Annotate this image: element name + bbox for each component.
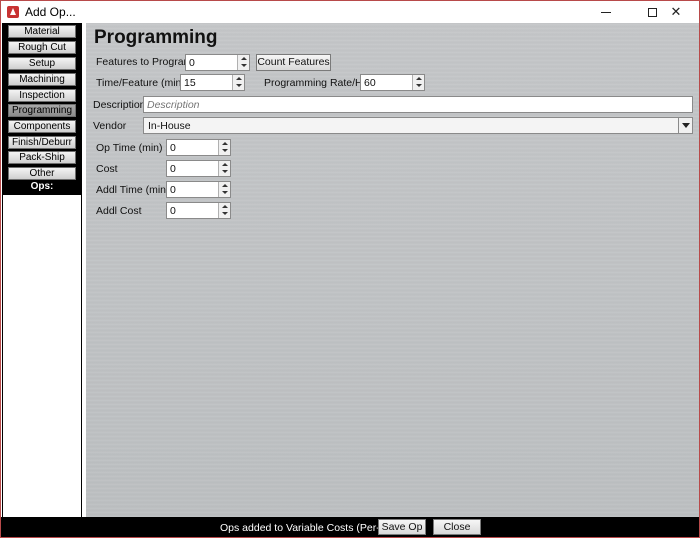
spin-up-icon[interactable] bbox=[241, 57, 247, 60]
spin-up-icon[interactable] bbox=[222, 163, 228, 166]
cost-stepper[interactable]: 0 bbox=[166, 160, 231, 177]
close-icon: ✕ bbox=[670, 4, 682, 19]
footer-bar: Ops added to Variable Costs (Per-Part) S… bbox=[1, 517, 699, 537]
time-feature-stepper[interactable]: 15 bbox=[180, 74, 245, 91]
close-button[interactable]: Close bbox=[433, 519, 481, 535]
status-text: Ops added to Variable Costs (Per-Part) bbox=[220, 522, 403, 534]
spin-down-icon[interactable] bbox=[222, 212, 228, 215]
spin-down-icon[interactable] bbox=[222, 191, 228, 194]
addl-cost-stepper[interactable]: 0 bbox=[166, 202, 231, 219]
addl-time-stepper[interactable]: 0 bbox=[166, 181, 231, 198]
save-op-button[interactable]: Save Op bbox=[378, 519, 426, 535]
op-time-value: 0 bbox=[170, 142, 176, 154]
stepper-arrows[interactable] bbox=[237, 55, 249, 70]
sidebar-item-other[interactable]: Other bbox=[8, 167, 76, 180]
vendor-dropdown-button[interactable] bbox=[678, 118, 692, 133]
spin-down-icon[interactable] bbox=[222, 170, 228, 173]
spin-up-icon[interactable] bbox=[416, 77, 422, 80]
minimize-icon bbox=[601, 11, 611, 13]
close-window-button[interactable]: ✕ bbox=[653, 1, 699, 23]
spin-down-icon[interactable] bbox=[222, 149, 228, 152]
stepper-arrows[interactable] bbox=[412, 75, 424, 90]
sidebar: Material Rough Cut Setup Machining Inspe… bbox=[2, 23, 82, 517]
addl-time-value: 0 bbox=[170, 184, 176, 196]
description-input[interactable] bbox=[144, 97, 692, 112]
spin-up-icon[interactable] bbox=[222, 205, 228, 208]
features-to-program-label: Features to Program bbox=[96, 56, 193, 68]
stepper-arrows[interactable] bbox=[218, 140, 230, 155]
time-feature-value: 15 bbox=[184, 77, 196, 89]
window-title: Add Op... bbox=[25, 5, 76, 19]
sidebar-item-programming[interactable]: Programming bbox=[8, 104, 76, 117]
vendor-label: Vendor bbox=[93, 120, 127, 132]
title-bar: Add Op... ✕ bbox=[1, 1, 699, 23]
spin-down-icon[interactable] bbox=[236, 84, 242, 87]
stepper-arrows[interactable] bbox=[218, 182, 230, 197]
sidebar-item-inspection[interactable]: Inspection bbox=[8, 89, 76, 102]
sidebar-item-pack-ship[interactable]: Pack-Ship bbox=[8, 151, 76, 164]
cost-value: 0 bbox=[170, 163, 176, 175]
spin-up-icon[interactable] bbox=[222, 184, 228, 187]
page-title: Programming bbox=[94, 27, 218, 48]
sidebar-item-rough-cut[interactable]: Rough Cut bbox=[8, 41, 76, 54]
programming-rate-label: Programming Rate/Hr bbox=[264, 77, 367, 89]
ops-list[interactable] bbox=[3, 195, 81, 517]
addl-cost-value: 0 bbox=[170, 205, 176, 217]
op-time-stepper[interactable]: 0 bbox=[166, 139, 231, 156]
sidebar-item-machining[interactable]: Machining bbox=[8, 73, 76, 86]
stepper-arrows[interactable] bbox=[232, 75, 244, 90]
chevron-down-icon bbox=[682, 123, 690, 128]
sidebar-item-material[interactable]: Material bbox=[8, 25, 76, 38]
stepper-arrows[interactable] bbox=[218, 203, 230, 218]
programming-rate-stepper[interactable]: 60 bbox=[360, 74, 425, 91]
features-to-program-stepper[interactable]: 0 bbox=[185, 54, 250, 71]
spin-down-icon[interactable] bbox=[416, 84, 422, 87]
spin-up-icon[interactable] bbox=[236, 77, 242, 80]
sidebar-item-setup[interactable]: Setup bbox=[8, 57, 76, 70]
op-time-label: Op Time (min) bbox=[96, 142, 163, 154]
addl-cost-label: Addl Cost bbox=[96, 205, 142, 217]
description-label: Description bbox=[93, 99, 146, 111]
cost-label: Cost bbox=[96, 163, 118, 175]
add-op-window: Add Op... ✕ Material Rough Cut Setup Mac… bbox=[0, 0, 700, 538]
vendor-select[interactable]: In-House bbox=[143, 117, 693, 134]
minimize-button[interactable] bbox=[583, 1, 629, 23]
addl-time-label: Addl Time (min) bbox=[96, 184, 170, 196]
sidebar-item-components[interactable]: Components bbox=[8, 120, 76, 133]
sidebar-item-finish-deburr[interactable]: Finish/Deburr bbox=[8, 136, 76, 149]
stepper-arrows[interactable] bbox=[218, 161, 230, 176]
count-features-button[interactable]: Count Features bbox=[256, 54, 331, 71]
spin-down-icon[interactable] bbox=[241, 64, 247, 67]
programming-rate-value: 60 bbox=[364, 77, 376, 89]
features-to-program-value: 0 bbox=[189, 57, 195, 69]
app-logo-icon bbox=[7, 6, 19, 18]
vendor-selected-value: In-House bbox=[148, 120, 191, 132]
spin-up-icon[interactable] bbox=[222, 142, 228, 145]
main-panel: Programming Features to Program 0 Count … bbox=[86, 23, 699, 517]
description-field[interactable] bbox=[143, 96, 693, 113]
time-feature-label: Time/Feature (min) bbox=[96, 77, 185, 89]
ops-label: Ops: bbox=[30, 181, 54, 192]
